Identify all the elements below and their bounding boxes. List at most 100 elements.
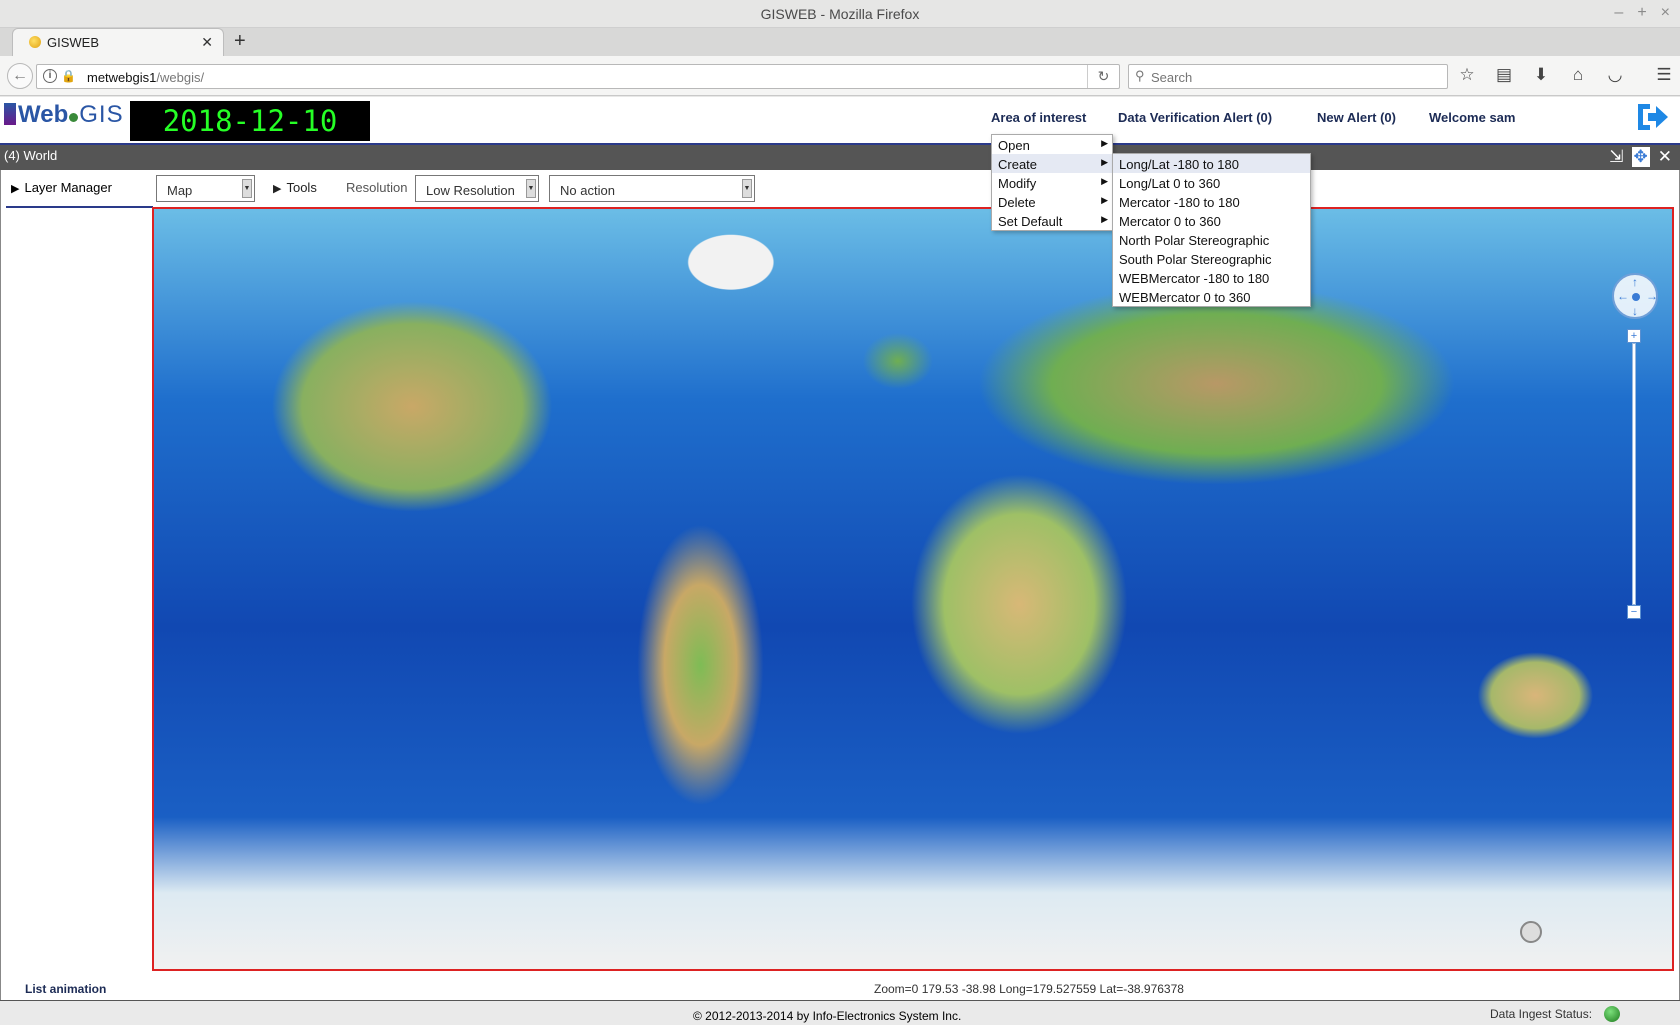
map-panel: ▶ Layer Manager Map ▼ ▶ Tools Resolution Lo… bbox=[0, 170, 1680, 1000]
search-bar[interactable]: ⚲ bbox=[1128, 64, 1448, 89]
cursor-coordinates: Zoom=0 179.53 -38.98 Long=179.527559 Lat… bbox=[874, 982, 1184, 996]
close-panel-icon[interactable]: ✕ bbox=[1658, 147, 1672, 167]
expand-triangle-icon: ▶ bbox=[273, 183, 282, 195]
resolution-select-value: Low Resolution bbox=[426, 183, 515, 198]
create-submenu: Long/Lat -180 to 180 Long/Lat 0 to 360 M… bbox=[1112, 153, 1311, 307]
reading-list-icon[interactable]: ▤ bbox=[1493, 65, 1515, 85]
zoom-slider[interactable]: + − bbox=[1627, 329, 1641, 619]
create-mercator-180[interactable]: Mercator -180 to 180 bbox=[1113, 192, 1310, 211]
pan-left-icon[interactable]: ← bbox=[1617, 289, 1629, 303]
hamburger-menu-icon[interactable]: ☰ bbox=[1653, 65, 1675, 85]
zoom-in-icon[interactable]: + bbox=[1627, 329, 1641, 343]
action-select[interactable]: No action ▼ bbox=[549, 175, 755, 202]
create-webmercator-180[interactable]: WEBMercator -180 to 180 bbox=[1113, 268, 1310, 287]
home-icon[interactable]: ⌂ bbox=[1567, 65, 1589, 85]
create-longlat-180[interactable]: Long/Lat -180 to 180 bbox=[1113, 154, 1310, 173]
menu-item-label: Open bbox=[998, 138, 1030, 153]
dropdown-arrow-icon: ▼ bbox=[526, 179, 536, 198]
map-select[interactable]: Map ▼ bbox=[156, 175, 255, 202]
resolution-select[interactable]: Low Resolution ▼ bbox=[415, 175, 539, 202]
minimize-icon[interactable]: – bbox=[1614, 4, 1623, 22]
submenu-arrow-icon: ▶ bbox=[1101, 176, 1108, 186]
url-host: metwebgis1 bbox=[87, 70, 157, 85]
pan-right-icon[interactable]: → bbox=[1646, 289, 1658, 303]
create-south-polar[interactable]: South Polar Stereographic bbox=[1113, 249, 1310, 268]
logo-text-web: Web bbox=[18, 101, 69, 128]
panel-titlebar: (4) World ⇲ ✥ ✕ bbox=[0, 143, 1680, 170]
insecure-lock-icon[interactable]: 🔒 bbox=[61, 69, 76, 83]
tab-close-icon[interactable]: ✕ bbox=[201, 34, 213, 51]
digital-clock: 2018-12-10 22:38:13 bbox=[130, 101, 370, 178]
submenu-arrow-icon: ▶ bbox=[1101, 195, 1108, 205]
aoi-menu-modify[interactable]: Modify ▶ bbox=[992, 173, 1112, 192]
map-toolbar: ▶ Layer Manager Map ▼ ▶ Tools Resolution Lo… bbox=[1, 170, 1679, 208]
menu-item-label: Create bbox=[998, 157, 1038, 172]
zoom-out-icon[interactable]: − bbox=[1627, 605, 1641, 619]
pocket-icon[interactable]: ◡ bbox=[1604, 65, 1626, 85]
area-of-interest-menu[interactable]: Area of interest bbox=[991, 110, 1086, 125]
site-info-icon[interactable]: i bbox=[43, 69, 57, 83]
logout-icon[interactable] bbox=[1634, 100, 1670, 134]
aoi-menu-delete[interactable]: Delete ▶ bbox=[992, 192, 1112, 211]
browser-tab[interactable]: GISWEB ✕ bbox=[12, 28, 224, 56]
tab-strip: GISWEB ✕ + bbox=[0, 28, 1680, 56]
reload-icon[interactable]: ↻ bbox=[1087, 65, 1119, 88]
pan-control[interactable]: ↑ ↓ ← → bbox=[1612, 273, 1658, 319]
logo-globe-icon bbox=[69, 113, 79, 122]
data-verification-alert-link[interactable]: Data Verification Alert (0) bbox=[1118, 110, 1272, 125]
create-longlat-360[interactable]: Long/Lat 0 to 360 bbox=[1113, 173, 1310, 192]
browser-navbar: ← i 🔒 metwebgis1/webgis/ ↻ ⚲ ☆ ▤ ⬇ ⌂ ◡ ☰ bbox=[0, 56, 1680, 96]
pan-center-icon[interactable] bbox=[1632, 293, 1640, 301]
logo-mark-icon bbox=[4, 103, 16, 125]
tools-label: Tools bbox=[286, 180, 317, 195]
submenu-arrow-icon: ▶ bbox=[1101, 214, 1108, 224]
copyright-text: © 2012-2013-2014 by Info-Electronics Sys… bbox=[693, 1009, 962, 1023]
menu-item-label: Delete bbox=[998, 195, 1036, 210]
submenu-arrow-icon: ▶ bbox=[1101, 157, 1108, 167]
data-ingest-label: Data Ingest Status: bbox=[1490, 1007, 1593, 1021]
resolution-label: Resolution bbox=[346, 180, 408, 195]
create-mercator-360[interactable]: Mercator 0 to 360 bbox=[1113, 211, 1310, 230]
world-map[interactable]: ↑ ↓ ← → + − bbox=[152, 207, 1674, 971]
back-button[interactable]: ← bbox=[7, 63, 33, 89]
logo-text-gis: GIS bbox=[79, 101, 124, 128]
create-webmercator-360[interactable]: WEBMercator 0 to 360 bbox=[1113, 287, 1310, 306]
ingest-status-led-icon bbox=[1604, 1006, 1620, 1022]
search-input[interactable] bbox=[1151, 68, 1441, 86]
pan-down-icon[interactable]: ↓ bbox=[1632, 304, 1638, 318]
aoi-menu-create[interactable]: Create ▶ bbox=[992, 154, 1112, 173]
dropdown-arrow-icon: ▼ bbox=[742, 179, 752, 198]
submenu-arrow-icon: ▶ bbox=[1101, 138, 1108, 148]
webgis-logo: Web GIS bbox=[4, 101, 124, 129]
welcome-user: Welcome sam bbox=[1429, 110, 1516, 125]
window-controls: – + × bbox=[1614, 4, 1670, 22]
download-icon[interactable]: ⬇ bbox=[1530, 65, 1552, 85]
url-text[interactable]: metwebgis1/webgis/ bbox=[87, 70, 204, 85]
zoom-track[interactable] bbox=[1632, 343, 1636, 605]
list-animation-link[interactable]: List animation bbox=[25, 982, 106, 996]
url-bar[interactable]: i 🔒 metwebgis1/webgis/ ↻ bbox=[36, 64, 1120, 89]
search-icon: ⚲ bbox=[1135, 68, 1145, 83]
bookmark-star-icon[interactable]: ☆ bbox=[1456, 65, 1478, 85]
fullscreen-icon[interactable]: ✥ bbox=[1631, 147, 1650, 167]
expand-triangle-icon: ▶ bbox=[11, 183, 20, 195]
new-alert-link[interactable]: New Alert (0) bbox=[1317, 110, 1396, 125]
tab-favicon-icon bbox=[29, 36, 41, 48]
create-north-polar[interactable]: North Polar Stereographic bbox=[1113, 230, 1310, 249]
pan-up-icon[interactable]: ↑ bbox=[1632, 275, 1638, 289]
aoi-menu-open[interactable]: Open ▶ bbox=[992, 135, 1112, 154]
menu-item-label: Set Default bbox=[998, 214, 1063, 229]
panel-title: (4) World bbox=[4, 148, 58, 163]
close-window-icon[interactable]: × bbox=[1661, 4, 1670, 22]
map-select-value: Map bbox=[167, 183, 193, 198]
layer-manager-toggle[interactable]: ▶ Layer Manager bbox=[11, 180, 112, 195]
aoi-menu-set-default[interactable]: Set Default ▶ bbox=[992, 211, 1112, 230]
maximize-icon[interactable]: + bbox=[1637, 4, 1646, 22]
minimize-panel-icon[interactable]: ⇲ bbox=[1609, 147, 1623, 167]
tools-toggle[interactable]: ▶ Tools bbox=[273, 180, 317, 195]
new-tab-button[interactable]: + bbox=[234, 30, 246, 53]
layer-manager-label: Layer Manager bbox=[24, 180, 112, 195]
panel-controls: ⇲ ✥ ✕ bbox=[1609, 147, 1672, 167]
layer-manager-underline bbox=[6, 206, 153, 208]
dropdown-arrow-icon: ▼ bbox=[242, 179, 252, 198]
